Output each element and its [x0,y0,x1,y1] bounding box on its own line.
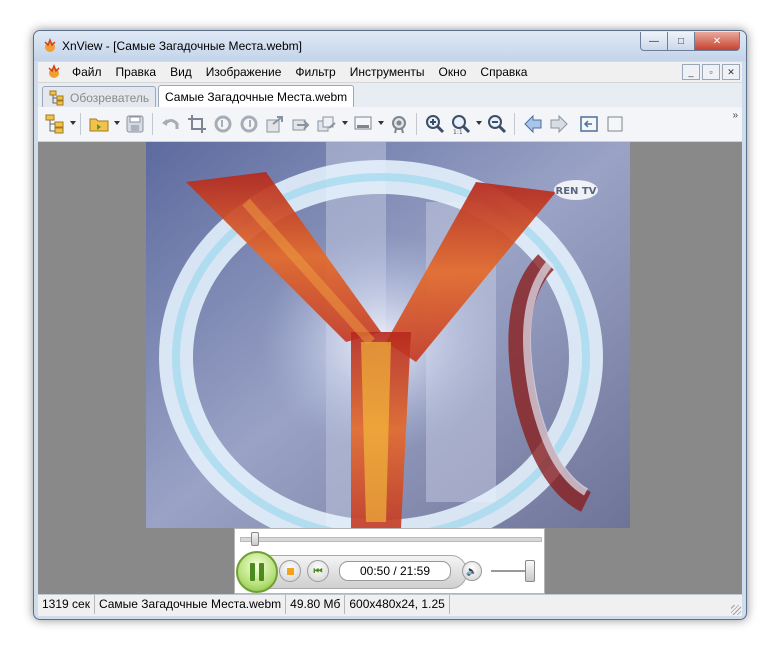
minimize-button[interactable]: — [640,32,668,51]
zoom-dropdown-icon[interactable] [476,121,482,125]
pause-button[interactable] [236,551,278,593]
mdi-controls: _ ▫ ✕ [680,64,740,80]
media-player-controls: ⏮ 00:50 / 21:59 🔈 [234,528,545,594]
toolbar-separator [152,113,153,135]
video-frame-image: REN TV [146,142,630,528]
tab-media-file-label: Самые Загадочные Места.webm [165,90,348,104]
browser-tree-icon [49,90,64,105]
channel-logo: REN TV [554,180,598,200]
window-icon[interactable] [604,113,626,135]
rotate-left-icon[interactable] [212,113,234,135]
menu-help[interactable]: Справка [480,65,527,79]
open-dropdown-icon[interactable] [114,121,120,125]
browser-icon[interactable] [44,113,66,135]
status-dimensions: 600x480x24, 1.25 [345,595,450,614]
maximize-button[interactable]: □ [667,32,695,51]
convert-icon[interactable] [290,113,312,135]
resize-grip[interactable] [731,605,741,615]
menu-filter[interactable]: Фильтр [295,65,335,79]
zoom-1to1-icon[interactable]: 1:1 [450,113,472,135]
volume-thumb[interactable] [525,560,535,582]
toolbar-separator [416,113,417,135]
time-display: 00:50 / 21:59 [339,561,451,581]
batch-icon[interactable] [316,113,338,135]
stop-button[interactable] [279,560,301,582]
pause-icon-bar [259,563,264,581]
stop-icon [286,567,294,575]
batch-dropdown-icon[interactable] [342,121,348,125]
export-icon[interactable] [264,113,286,135]
toolbar-overflow-icon[interactable]: » [732,110,738,121]
menu-view[interactable]: Вид [170,65,192,79]
status-filesize: 49.80 Мб [286,595,346,614]
menu-tools[interactable]: Инструменты [350,65,425,79]
browser-dropdown-icon[interactable] [70,121,76,125]
tab-media-file[interactable]: Самые Загадочные Места.webm [158,85,355,108]
speaker-icon: 🔈 [466,565,478,576]
toolbar: 1:1 » [38,107,742,142]
pause-icon [250,563,255,581]
seek-thumb[interactable] [251,532,260,546]
open-folder-icon[interactable] [88,113,110,135]
settings-icon[interactable] [388,113,410,135]
close-button[interactable]: ✕ [694,32,740,51]
mdi-close-button[interactable]: ✕ [722,64,740,80]
menu-image[interactable]: Изображение [206,65,282,79]
document-icon[interactable] [46,64,62,80]
menu-items: Файл Правка Вид Изображение Фильтр Инстр… [72,65,541,79]
toolbar-separator [514,113,515,135]
zoom-in-icon[interactable] [424,113,446,135]
tab-browser-label: Обозреватель [70,90,150,105]
save-icon[interactable] [124,113,146,135]
menu-window[interactable]: Окно [439,65,467,79]
previous-icon[interactable] [522,113,544,135]
xnview-app-icon [44,38,56,52]
svg-text:REN TV: REN TV [556,186,597,197]
volume-button[interactable]: 🔈 [462,561,482,581]
next-icon[interactable] [548,113,570,135]
xnview-window: XnView - [Самые Загадочные Места.webm] —… [33,30,747,620]
toolbar-separator [80,113,81,135]
window-title: XnView - [Самые Загадочные Места.webm] [62,39,302,53]
skip-back-icon: ⏮ [313,565,323,577]
display-dropdown-icon[interactable] [378,121,384,125]
skip-back-button[interactable]: ⏮ [307,560,329,582]
seek-bar[interactable] [240,537,542,542]
title-bar[interactable]: XnView - [Самые Загадочные Места.webm] —… [34,31,746,61]
tab-bar: Обозреватель Самые Загадочные Места.webm [38,83,742,108]
menu-file[interactable]: Файл [72,65,102,79]
fullscreen-icon[interactable] [578,113,600,135]
mdi-minimize-button[interactable]: _ [682,64,700,80]
svg-text:1:1: 1:1 [453,129,463,134]
status-duration: 1319 сек [38,595,95,614]
video-frame[interactable]: REN TV [146,142,630,528]
mdi-restore-button[interactable]: ▫ [702,64,720,80]
crop-icon[interactable] [186,113,208,135]
menu-edit[interactable]: Правка [116,65,157,79]
undo-icon[interactable] [160,113,182,135]
caption-buttons: — □ ✕ [640,32,740,51]
viewer-area[interactable]: REN TV ⏮ 00:50 / 21:59 🔈 [38,142,742,594]
status-bar: 1319 сек Самые Загадочные Места.webm 49.… [38,594,742,616]
menu-bar: Файл Правка Вид Изображение Фильтр Инстр… [38,62,742,83]
status-filename: Самые Загадочные Места.webm [95,595,287,614]
display-icon[interactable] [352,113,374,135]
rotate-right-icon[interactable] [238,113,260,135]
tab-browser[interactable]: Обозреватель [42,86,157,108]
zoom-out-icon[interactable] [486,113,508,135]
